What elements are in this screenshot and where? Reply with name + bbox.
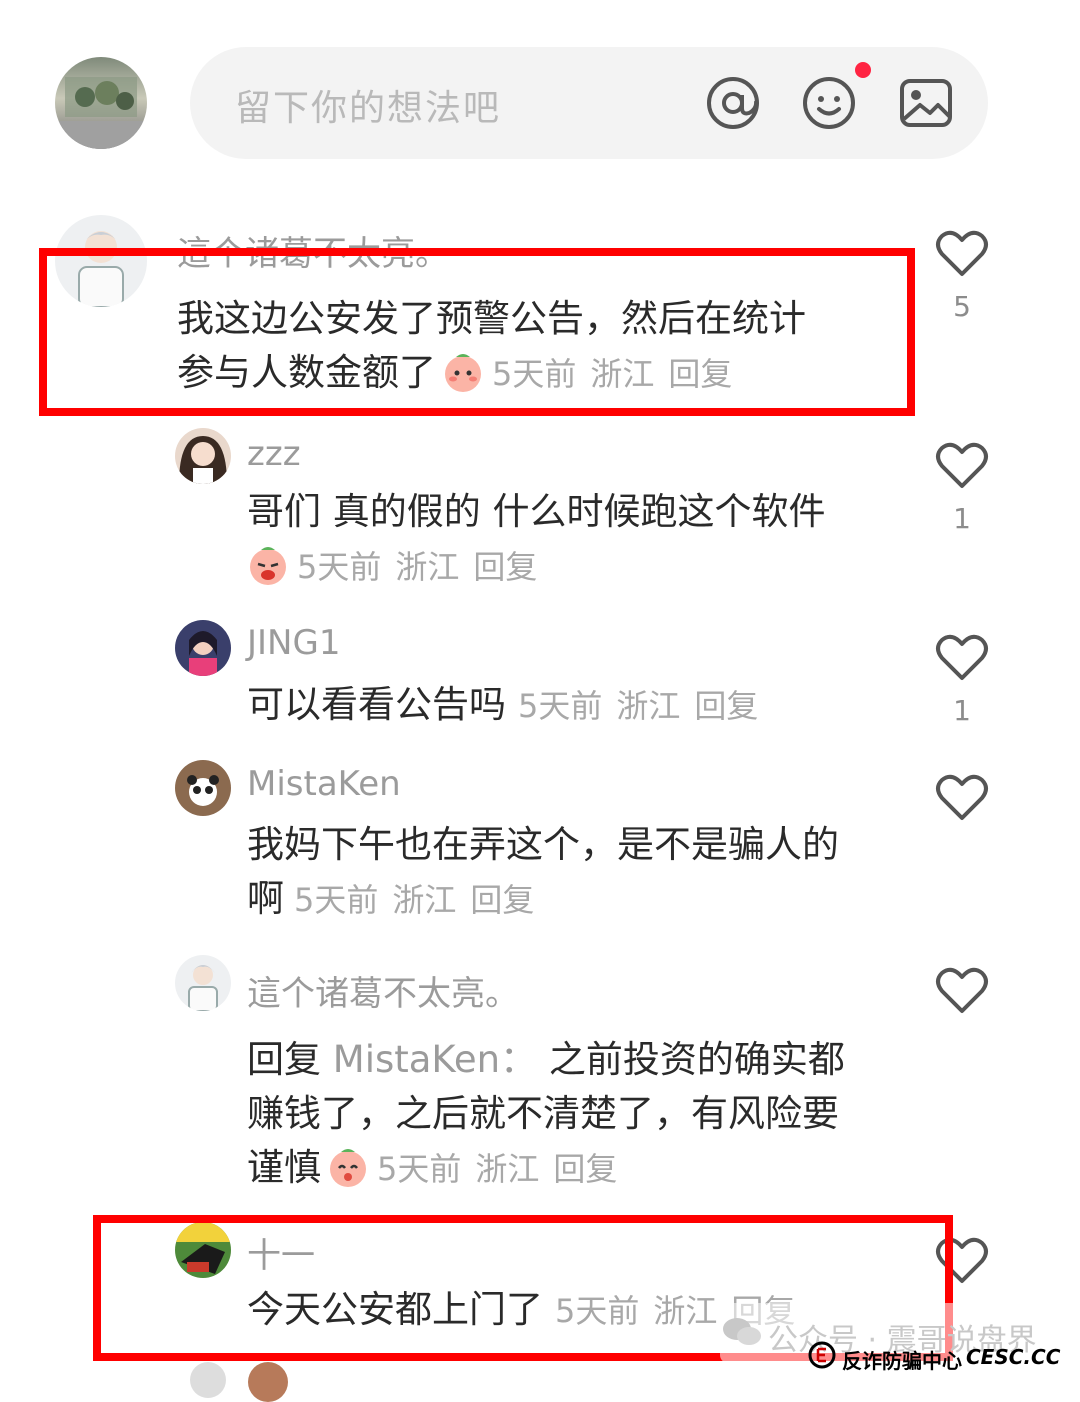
reply-text-line1: 回复 MistaKen： 之前投资的确实都 [247, 1033, 845, 1087]
comment-location: 浙江 [392, 881, 457, 919]
comment-text: 之前投资的确实都 [548, 1038, 845, 1081]
commenter-avatar[interactable] [190, 1362, 226, 1398]
heart-icon[interactable] [935, 228, 989, 278]
comment-time: 5天前 [294, 881, 379, 919]
watermark-site: CESC.CC [966, 1345, 1061, 1369]
image-icon[interactable] [898, 75, 954, 131]
comment-text-line3: 谨慎 5天前 浙江 回复 [247, 1141, 617, 1196]
commenter-avatar[interactable] [248, 1362, 288, 1402]
reply-button[interactable]: 回复 [473, 548, 537, 586]
like-count: 1 [953, 694, 971, 727]
commenter-avatar[interactable] [175, 760, 231, 816]
reply-to-username[interactable]: MistaKen： [333, 1038, 537, 1081]
shy-emoji-icon [330, 1149, 366, 1187]
comment-time: 5天前 [377, 1150, 462, 1188]
comment-input-placeholder: 留下你的想法吧 [235, 88, 502, 129]
heart-icon[interactable] [935, 772, 989, 822]
comment-input[interactable]: 留下你的想法吧 [190, 47, 988, 159]
comment-location: 浙江 [395, 548, 460, 586]
comment-text: 我妈下午也在弄这个，是不是骗人的 [247, 823, 839, 866]
watermark-org: 反诈防骗中心 [842, 1349, 962, 1373]
heart-icon[interactable] [935, 440, 989, 490]
avatar-image [187, 775, 219, 806]
notification-dot [855, 62, 871, 78]
comment-time: 5天前 [297, 548, 382, 586]
comment-location: 浙江 [475, 1150, 540, 1188]
avatar-image [55, 77, 147, 149]
commenter-avatar[interactable] [175, 955, 231, 1011]
comment-username[interactable]: zzz [247, 434, 301, 474]
commenter-avatar[interactable] [175, 428, 231, 484]
comment-meta-line: 5天前 浙江 回复 [247, 539, 537, 594]
comment-text: 啊 [247, 877, 284, 920]
reply-button[interactable]: 回复 [694, 687, 758, 725]
comment-text: 可以看看公告吗 [247, 683, 506, 726]
comment-text: 谨慎 [247, 1146, 321, 1189]
comment-text-line: 可以看看公告吗 5天前 浙江 回复 [247, 678, 758, 733]
reply-button[interactable]: 回复 [470, 881, 534, 919]
anti-fraud-logo-icon [808, 1341, 836, 1369]
reply-button[interactable]: 回复 [553, 1150, 617, 1188]
comment-username[interactable]: MistaKen [247, 764, 401, 804]
comment-time: 5天前 [518, 687, 603, 725]
comment-text: 哥们 真的假的 什么时候跑这个软件 [247, 490, 826, 533]
current-user-avatar[interactable] [55, 57, 147, 149]
comment-text-line2: 啊 5天前 浙江 回复 [247, 872, 534, 927]
crying-emoji-icon [250, 547, 286, 585]
heart-icon[interactable] [935, 632, 989, 682]
commenter-avatar[interactable] [175, 620, 231, 676]
comment-text: 赚钱了，之后就不清楚了，有风险要 [247, 1092, 839, 1135]
avatar-image [188, 965, 218, 1011]
avatar-image [179, 436, 227, 484]
heart-icon[interactable] [935, 965, 989, 1015]
wechat-icon [723, 1318, 761, 1345]
like-count: 1 [953, 502, 971, 535]
reply-prefix: 回复 [247, 1038, 321, 1081]
at-icon[interactable] [705, 75, 761, 131]
avatar-image [189, 631, 217, 676]
comment-username[interactable]: 這个诸葛不太亮。 [247, 966, 519, 1015]
comment-username[interactable]: JING1 [247, 623, 340, 663]
comment-location: 浙江 [616, 687, 681, 725]
like-count: 5 [953, 290, 971, 323]
emoji-icon[interactable] [801, 75, 857, 131]
highlight-box [39, 248, 915, 416]
